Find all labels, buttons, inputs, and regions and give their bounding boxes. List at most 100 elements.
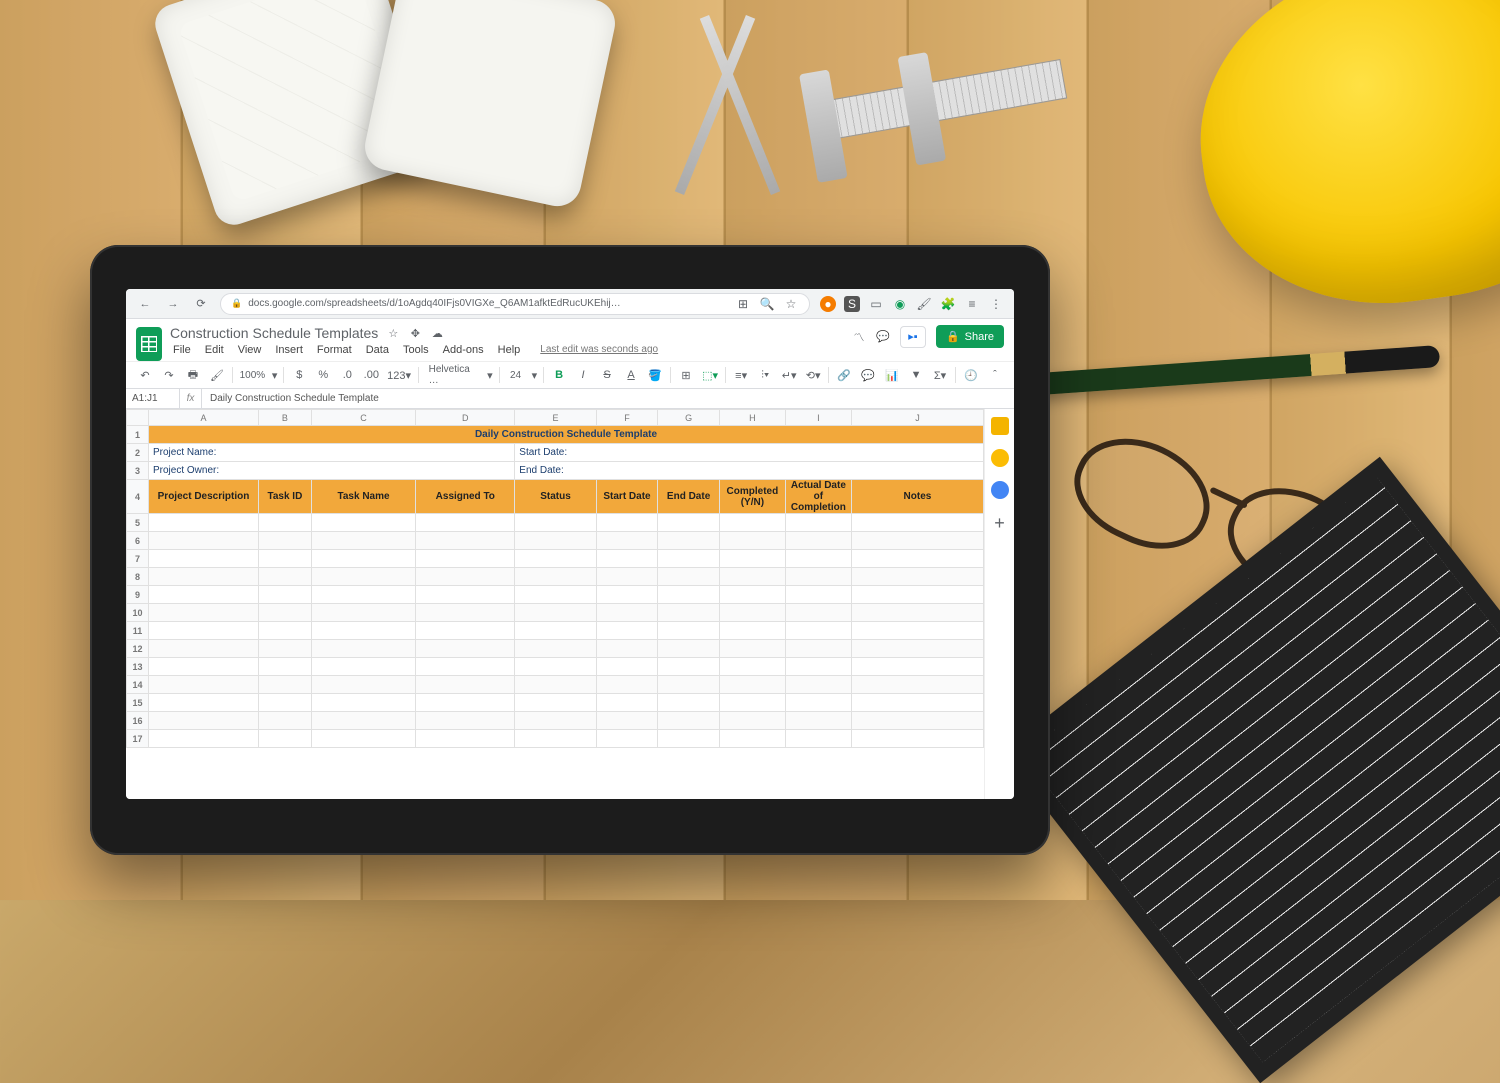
cell[interactable] (596, 640, 658, 658)
cell[interactable] (149, 568, 259, 586)
cell[interactable] (851, 604, 983, 622)
header-task-id[interactable]: Task ID (259, 480, 312, 514)
strike-button[interactable]: S (598, 366, 616, 384)
cell[interactable] (785, 532, 851, 550)
cell[interactable] (149, 712, 259, 730)
spreadsheet-grid[interactable]: A B C D E F G H I J 1 Daily Constru (126, 409, 984, 799)
chart-button[interactable]: 📊 (883, 366, 901, 384)
cell[interactable] (416, 658, 515, 676)
cell[interactable] (658, 622, 720, 640)
col-header[interactable]: J (851, 410, 983, 426)
cell[interactable] (719, 658, 785, 676)
cell[interactable] (515, 514, 596, 532)
row-header[interactable]: 7 (127, 550, 149, 568)
cell[interactable] (311, 514, 416, 532)
cell[interactable] (785, 604, 851, 622)
row-header[interactable]: 15 (127, 694, 149, 712)
cell[interactable] (416, 532, 515, 550)
cell[interactable] (416, 550, 515, 568)
cell[interactable] (785, 586, 851, 604)
cell[interactable] (311, 712, 416, 730)
cell[interactable] (515, 622, 596, 640)
cell[interactable] (596, 622, 658, 640)
cell[interactable] (416, 586, 515, 604)
cell[interactable] (311, 604, 416, 622)
cell[interactable] (259, 712, 312, 730)
cell[interactable] (149, 694, 259, 712)
italic-button[interactable]: I (574, 366, 592, 384)
cell[interactable] (719, 604, 785, 622)
cell[interactable] (719, 550, 785, 568)
cell[interactable] (149, 730, 259, 748)
cell[interactable] (416, 622, 515, 640)
col-header[interactable]: A (149, 410, 259, 426)
header-notes[interactable]: Notes (851, 480, 983, 514)
header-assigned-to[interactable]: Assigned To (416, 480, 515, 514)
cell[interactable] (416, 730, 515, 748)
last-edit-link[interactable]: Last edit was seconds ago (537, 343, 661, 357)
font-size-input[interactable]: 24 (505, 366, 525, 384)
cell[interactable] (596, 730, 658, 748)
col-header[interactable]: F (596, 410, 658, 426)
cell[interactable] (515, 568, 596, 586)
name-box[interactable]: A1:J1 (126, 389, 180, 408)
cell[interactable] (515, 640, 596, 658)
cell[interactable] (851, 568, 983, 586)
star-icon[interactable]: ☆ (783, 296, 799, 312)
cell[interactable] (149, 532, 259, 550)
cell[interactable] (658, 658, 720, 676)
cell[interactable] (259, 640, 312, 658)
cell[interactable] (785, 676, 851, 694)
header-end-date[interactable]: End Date (658, 480, 720, 514)
move-icon[interactable]: ✥ (408, 326, 422, 340)
cell[interactable] (719, 586, 785, 604)
zoom-icon[interactable]: 🔍 (759, 296, 775, 312)
redo-button[interactable]: ↷ (160, 366, 178, 384)
cell[interactable] (658, 640, 720, 658)
cell[interactable] (149, 658, 259, 676)
cell[interactable] (719, 640, 785, 658)
undo-button[interactable]: ↶ (136, 366, 154, 384)
cell[interactable] (596, 514, 658, 532)
menu-help[interactable]: Help (495, 343, 524, 357)
wrap-button[interactable]: ↵▾ (780, 366, 798, 384)
extension-icon[interactable]: 🖌 (916, 296, 932, 312)
cell[interactable] (851, 622, 983, 640)
menu-addons[interactable]: Add-ons (440, 343, 487, 357)
cell[interactable] (851, 514, 983, 532)
cell[interactable] (785, 622, 851, 640)
cell[interactable] (149, 640, 259, 658)
row-header[interactable]: 6 (127, 532, 149, 550)
text-color-button[interactable]: A (622, 366, 640, 384)
col-header[interactable]: H (719, 410, 785, 426)
cell[interactable] (311, 550, 416, 568)
activity-icon[interactable]: 〽 (852, 330, 866, 344)
cell[interactable] (851, 532, 983, 550)
cell[interactable] (851, 712, 983, 730)
merge-button[interactable]: ⬚▾ (701, 366, 719, 384)
cell[interactable] (515, 586, 596, 604)
extension-icon[interactable]: S (844, 296, 860, 312)
cell[interactable] (596, 676, 658, 694)
row-header[interactable]: 17 (127, 730, 149, 748)
cell[interactable] (515, 730, 596, 748)
cell[interactable] (785, 514, 851, 532)
h-align-button[interactable]: ≡▾ (732, 366, 750, 384)
row-header[interactable]: 16 (127, 712, 149, 730)
cloud-icon[interactable]: ☁ (430, 326, 444, 340)
v-align-button[interactable]: ⫶▾ (756, 366, 774, 384)
reload-button[interactable]: ⟳ (192, 295, 210, 313)
clock-icon[interactable]: 🕘 (962, 366, 980, 384)
row-header[interactable]: 1 (127, 426, 149, 444)
bold-button[interactable]: B (550, 366, 568, 384)
document-title[interactable]: Construction Schedule Templates (170, 325, 378, 341)
cell[interactable] (785, 640, 851, 658)
row-header[interactable]: 9 (127, 586, 149, 604)
cell[interactable] (515, 532, 596, 550)
cell[interactable] (515, 658, 596, 676)
cell[interactable] (851, 550, 983, 568)
present-button[interactable]: ▸▪ (900, 326, 926, 348)
header-status[interactable]: Status (515, 480, 596, 514)
header-project-description[interactable]: Project Description (149, 480, 259, 514)
cell[interactable] (596, 658, 658, 676)
